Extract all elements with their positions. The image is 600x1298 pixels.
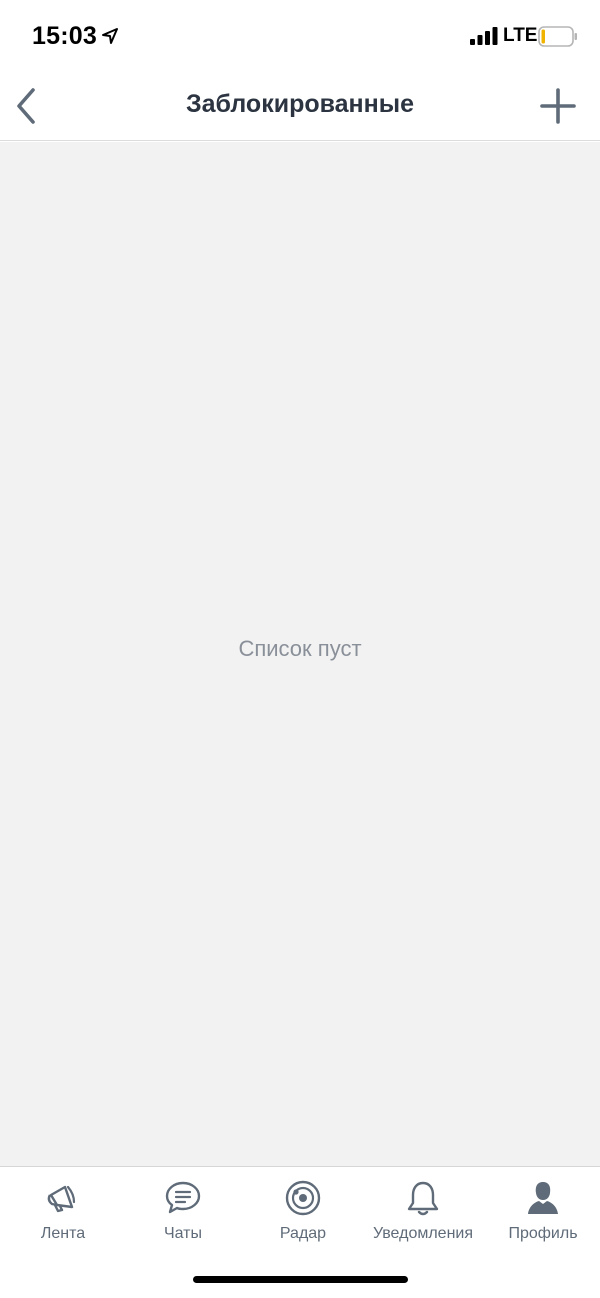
tab-chats[interactable]: Чаты (123, 1167, 243, 1257)
status-time: 15:03 (32, 22, 97, 50)
plus-icon (540, 88, 576, 124)
megaphone-icon (47, 1185, 76, 1213)
tab-profile-label: Профиль (508, 1225, 578, 1242)
person-icon (528, 1182, 558, 1214)
add-button[interactable] (536, 84, 580, 128)
tab-feed[interactable]: Лента (3, 1167, 123, 1257)
network-type: LTE (503, 25, 538, 46)
blocked-list: Список пуст (0, 142, 600, 1166)
battery-low-icon (538, 26, 577, 47)
page-title: Заблокированные (185, 90, 415, 118)
chat-bubble-icon (165, 1181, 201, 1214)
tab-notifications[interactable]: Уведомления (363, 1167, 483, 1257)
tab-chats-label: Чаты (163, 1225, 203, 1242)
nav-bar: Заблокированные (0, 72, 600, 141)
empty-state-text: Список пуст (238, 636, 362, 661)
location-arrow-icon (102, 28, 118, 44)
tab-notifications-label: Уведомления (372, 1225, 474, 1242)
tab-radar[interactable]: Радар (243, 1167, 363, 1257)
tab-radar-label: Радар (279, 1225, 327, 1242)
tab-profile[interactable]: Профиль (483, 1167, 600, 1257)
signal-bars-icon (470, 27, 498, 45)
home-indicator[interactable] (193, 1276, 408, 1283)
radar-icon (285, 1180, 321, 1216)
bell-icon (407, 1181, 439, 1216)
status-bar: 15:03 LTE (0, 0, 600, 72)
tab-feed-label: Лента (40, 1225, 86, 1242)
